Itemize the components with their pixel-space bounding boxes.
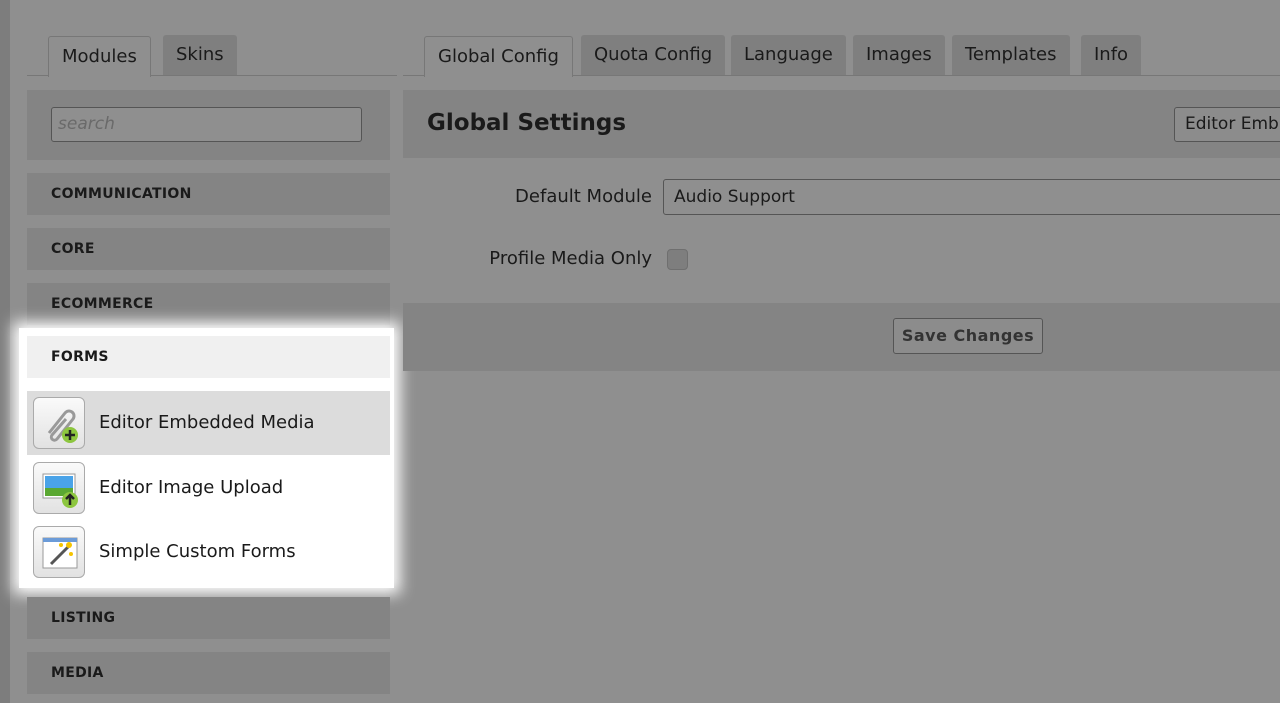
category-media[interactable]: MEDIA bbox=[27, 652, 390, 694]
tab-templates[interactable]: Templates bbox=[952, 35, 1070, 75]
page-title: Global Settings bbox=[427, 110, 627, 136]
tab-info[interactable]: Info bbox=[1081, 35, 1142, 75]
forms-highlight: FORMS Editor Embedded Media Editor Image… bbox=[19, 328, 394, 588]
tab-global-config[interactable]: Global Config bbox=[424, 36, 573, 77]
tab-images[interactable]: Images bbox=[853, 35, 945, 75]
module-label: Simple Custom Forms bbox=[99, 541, 296, 562]
category-communication[interactable]: COMMUNICATION bbox=[27, 173, 390, 215]
module-select[interactable]: Editor Emb bbox=[1174, 107, 1280, 142]
module-label: Editor Embedded Media bbox=[99, 412, 315, 433]
tab-skins[interactable]: Skins bbox=[163, 35, 237, 75]
module-label: Editor Image Upload bbox=[99, 477, 284, 498]
magic-wand-form-icon bbox=[33, 526, 85, 578]
module-editor-image-upload[interactable]: Editor Image Upload bbox=[27, 456, 390, 520]
profile-media-checkbox[interactable] bbox=[667, 249, 688, 270]
module-simple-custom-forms[interactable]: Simple Custom Forms bbox=[27, 520, 390, 584]
category-forms[interactable]: FORMS bbox=[27, 336, 390, 378]
left-edge bbox=[0, 0, 10, 703]
tab-modules[interactable]: Modules bbox=[48, 36, 151, 77]
category-listing[interactable]: LISTING bbox=[27, 597, 390, 639]
category-core[interactable]: CORE bbox=[27, 228, 390, 270]
module-editor-embedded-media[interactable]: Editor Embedded Media bbox=[27, 391, 390, 455]
save-bar bbox=[403, 303, 1280, 371]
save-changes-button[interactable]: Save Changes bbox=[893, 318, 1043, 354]
paperclip-add-icon bbox=[33, 397, 85, 449]
default-module-select[interactable]: Audio Support bbox=[663, 179, 1280, 215]
tab-quota-config[interactable]: Quota Config bbox=[581, 35, 726, 75]
tab-language[interactable]: Language bbox=[731, 35, 846, 75]
default-module-label: Default Module bbox=[515, 186, 652, 207]
profile-media-label: Profile Media Only bbox=[489, 248, 652, 269]
left-tab-bar: Modules Skins bbox=[27, 35, 397, 77]
image-upload-icon bbox=[33, 462, 85, 514]
search-input[interactable]: search bbox=[51, 107, 362, 142]
category-ecommerce[interactable]: ECOMMERCE bbox=[27, 283, 390, 325]
right-tab-bar: Global Config Quota Config Language Imag… bbox=[403, 35, 1280, 77]
